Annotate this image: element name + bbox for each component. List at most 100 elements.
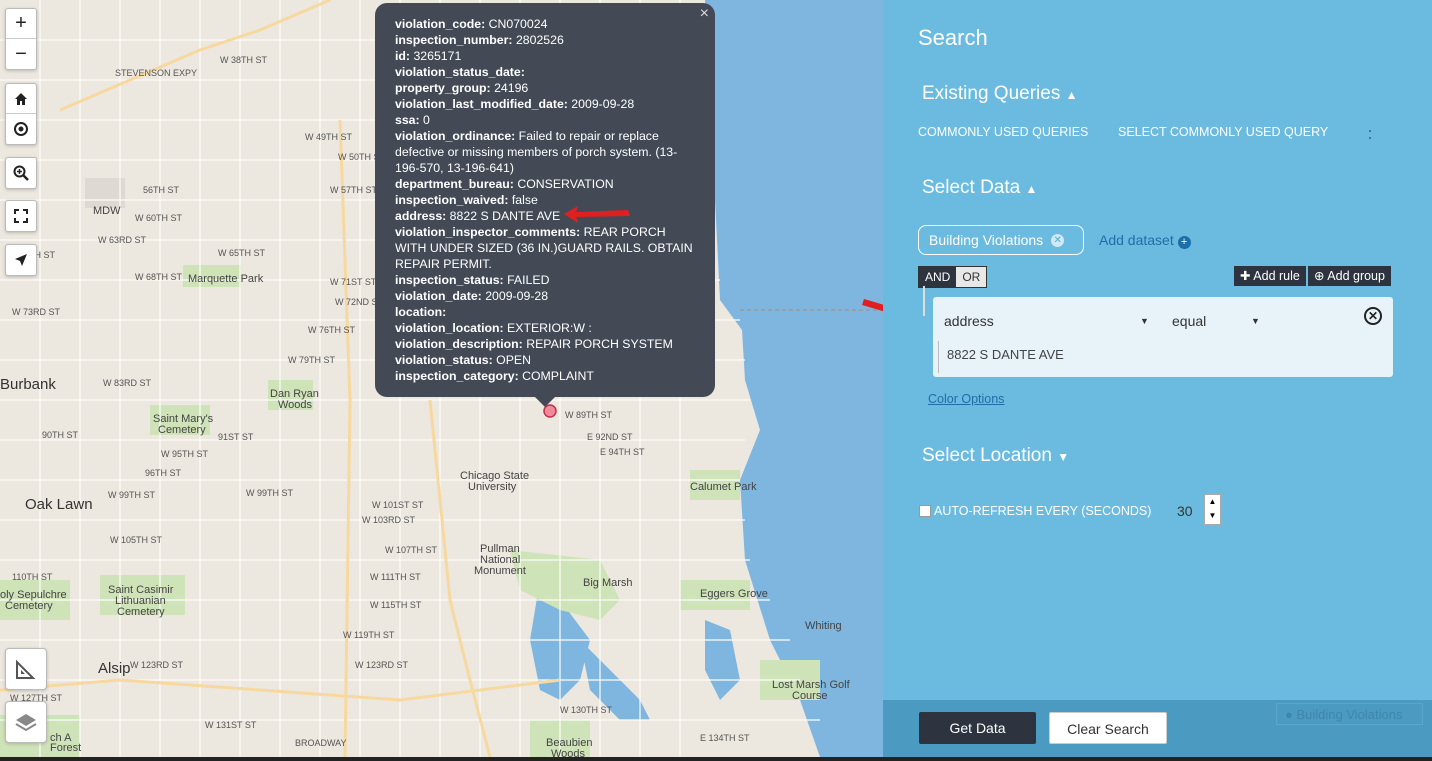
map-label: 90TH ST [42,430,79,440]
add-rule-button[interactable]: ✚ Add rule [1234,266,1306,286]
map-label: 56TH ST [143,185,180,195]
map-label: W 38TH ST [220,55,268,65]
remove-dataset-icon[interactable]: ✕ [1051,233,1065,247]
select-data-label: Select Data [922,177,1021,198]
popup-key: violation_status_date: [395,65,525,79]
popup-row: violation_status_date: [395,64,695,80]
map-label: W 76TH ST [308,325,356,335]
popup-key: violation_status: [395,353,493,367]
popup-value: 8822 S DANTE AVE [446,209,561,223]
zoom-in-button[interactable]: + [6,9,36,39]
popup-value: OPEN [492,353,531,367]
popup-value: CN070024 [485,17,548,31]
map-label: W 60TH ST [135,213,183,223]
and-button[interactable]: AND [919,267,957,287]
rule-value-input[interactable]: 8822 S DANTE AVE [938,341,1064,373]
spinner-down-icon[interactable]: ▼ [1205,509,1220,523]
measure-button[interactable] [6,649,46,689]
map-label: W 99TH ST [246,488,294,498]
locate-button[interactable] [6,114,36,144]
popup-key: inspection_waived: [395,193,509,207]
popup-key: inspection_category: [395,369,519,383]
dataset-chip[interactable]: Building Violations ✕ [918,225,1084,255]
map-label: W 103RD ST [362,515,416,525]
map-label: W 123RD ST [355,660,409,670]
add-dataset-link[interactable]: Add dataset + [1099,232,1191,249]
add-rule-label: Add rule [1253,269,1300,283]
popup-row: violation_location: EXTERIOR:W : [395,320,695,336]
auto-refresh-checkbox[interactable] [919,505,931,517]
map-label: W 131ST ST [205,720,257,730]
map-label: W 65TH ST [218,248,266,258]
map-label: Woods [278,399,313,411]
select-location-toggle[interactable]: Select Location ▼ [922,445,1069,467]
zoom-box-button[interactable] [6,158,36,188]
map-label: Forest [50,742,82,754]
existing-queries-toggle[interactable]: Existing Queries ▲ [922,83,1078,105]
map-label: Woods [551,748,586,757]
map-label: Marquette Park [188,273,264,285]
fullscreen-control [5,200,37,232]
popup-value: EXTERIOR:W : [503,321,592,335]
or-button[interactable]: OR [956,267,987,287]
select-location-label: Select Location [922,445,1052,466]
map-label: STEVENSON EXPY [115,68,198,78]
popup-key: department_bureau: [395,177,514,191]
add-group-button[interactable]: ⊕ Add group [1308,266,1391,286]
feature-popup: × violation_code: CN070024 inspection_num… [375,3,715,407]
map-label: E 94TH ST [600,447,645,457]
map-label: 91ST ST [218,432,254,442]
popup-key: id: [395,49,411,63]
rule-connector [923,286,925,316]
map-view[interactable]: STEVENSON EXPY W 38TH ST W 49TH ST W 50TH S… [0,0,883,757]
get-data-button[interactable]: Get Data [919,712,1036,744]
legend-ghost: ● Building Violations [1276,703,1423,725]
popup-value: 2009-09-28 [567,97,635,111]
popup-value: COMPLAINT [518,369,594,383]
rule-operator-select[interactable]: equal [1172,313,1206,329]
zoom-out-button[interactable]: − [6,39,36,69]
number-spinner[interactable]: ▲ ▼ [1204,494,1221,525]
navigate-button[interactable] [6,245,36,275]
zoom-control: + − [5,8,37,70]
target-icon [14,122,28,136]
remove-rule-icon[interactable]: ✕ [1364,307,1382,325]
fullscreen-button[interactable] [6,201,36,231]
popup-key: violation_ordinance: [395,129,516,143]
map-label: University [468,481,517,493]
map-label: Alsip [98,660,131,677]
map-label: W 83RD ST [103,378,152,388]
popup-tip [535,397,555,407]
select-data-toggle[interactable]: Select Data ▲ [922,177,1037,199]
map-label: BROADWAY [295,738,347,748]
map-label: Cemetery [117,606,165,618]
map-label: W 89TH ST [565,410,613,420]
popup-key: property_group: [395,81,491,95]
map-label: W 115TH ST [370,600,422,610]
chevron-up-icon: ▲ [1065,88,1078,102]
chevron-down-icon: ▼ [1057,450,1070,464]
bottom-bar [0,757,1432,761]
color-options-link[interactable]: Color Options [928,392,1004,406]
clear-search-button[interactable]: Clear Search [1049,712,1167,744]
home-button[interactable] [6,84,36,114]
auto-refresh-input[interactable]: 30 [1177,503,1193,519]
popup-close-button[interactable]: × [700,6,709,22]
popup-row: inspection_waived: false [395,192,695,208]
popup-row: location: [395,304,695,320]
rule-field-select[interactable]: address [944,313,994,329]
home-icon [15,92,27,105]
layers-button[interactable] [6,702,46,742]
map-label: W 105TH ST [110,535,163,545]
map-label: Oak Lawn [25,496,93,513]
popup-key: inspection_number: [395,33,513,47]
popup-row: inspection_category: COMPLAINT [395,368,695,384]
existing-queries-label: Existing Queries [922,83,1061,104]
spinner-up-icon[interactable]: ▲ [1205,495,1220,509]
annotation-arrow-address [564,206,630,223]
kebab-menu-icon[interactable]: · · [1367,121,1373,146]
popup-value: CONSERVATION [513,177,614,191]
commonly-used-select[interactable]: SELECT COMMONLY USED QUERY [1118,125,1328,139]
map-label: 110TH ST [12,572,53,582]
map-label: W 123RD ST [130,660,184,670]
